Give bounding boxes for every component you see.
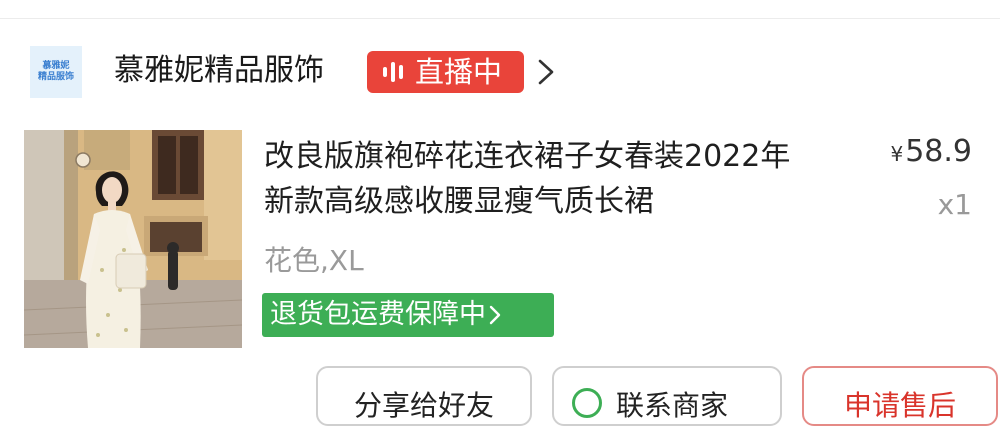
share-to-friend-button[interactable]: 分享给好友 [316, 366, 532, 426]
shop-logo-text-line2: 精品服饰 [37, 72, 74, 82]
product-image[interactable] [24, 130, 242, 348]
product-quantity: x1 [937, 188, 972, 221]
shop-logo-text-line1: 慕雅妮 [42, 61, 70, 71]
chevron-right-icon [489, 305, 501, 325]
share-label: 分享给好友 [353, 389, 494, 422]
price-value: 58.9 [905, 134, 972, 169]
product-title[interactable]: 改良版旗袍碎花连衣裙子女春装2022年 新款高级感收腰显瘦气质长裙 [264, 134, 864, 224]
apply-after-sale-button[interactable]: 申请售后 [802, 366, 998, 426]
chevron-right-icon[interactable] [533, 56, 559, 88]
aftersale-label: 申请售后 [843, 389, 956, 422]
live-badge[interactable]: 直播中 [367, 51, 524, 93]
freight-insurance-badge[interactable]: 退货包运费保障中 [262, 293, 554, 337]
contact-seller-button[interactable]: 联系商家 [552, 366, 782, 426]
shop-logo[interactable]: 慕雅妮 精品服饰 [30, 46, 82, 98]
freight-insurance-label: 退货包运费保障中 [270, 299, 486, 330]
currency-symbol: ¥ [890, 142, 904, 166]
product-title-line1: 改良版旗袍碎花连衣裙子女春装2022年 [264, 139, 791, 174]
contact-label: 联系商家 [616, 389, 729, 422]
product-price: ¥58.9 [890, 134, 972, 169]
live-badge-label: 直播中 [415, 55, 503, 89]
chat-icon [572, 388, 602, 418]
shop-name[interactable]: 慕雅妮精品服饰 [114, 50, 324, 92]
product-title-line2: 新款高级感收腰显瘦气质长裙 [264, 184, 654, 219]
live-bars-icon [383, 62, 403, 82]
top-divider [0, 18, 1000, 19]
product-spec: 花色,XL [264, 244, 364, 277]
